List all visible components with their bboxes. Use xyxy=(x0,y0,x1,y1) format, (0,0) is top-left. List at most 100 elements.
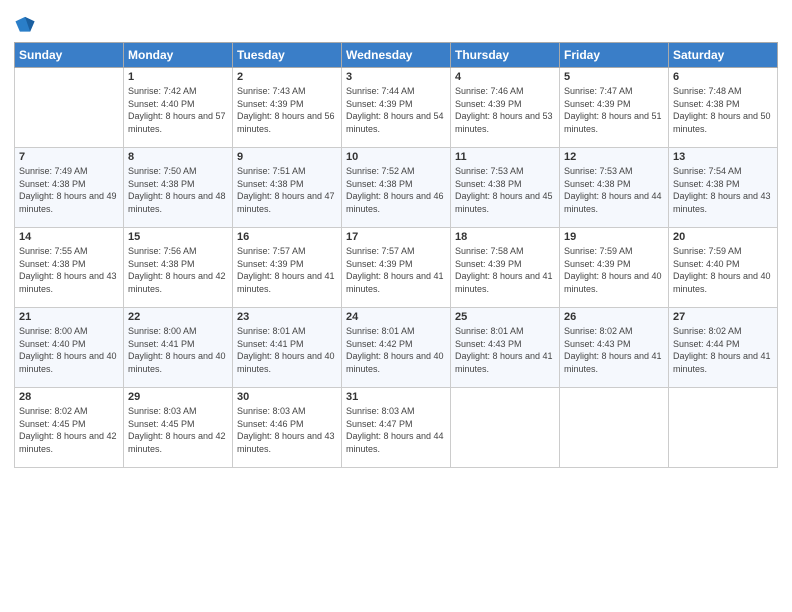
day-number: 24 xyxy=(346,311,446,323)
day-number: 3 xyxy=(346,71,446,83)
day-info: Sunrise: 7:47 AMSunset: 4:39 PMDaylight:… xyxy=(564,85,664,135)
day-number: 19 xyxy=(564,231,664,243)
day-cell: 30 Sunrise: 8:03 AMSunset: 4:46 PMDayligh… xyxy=(233,388,342,468)
day-cell: 2 Sunrise: 7:43 AMSunset: 4:39 PMDaylight… xyxy=(233,68,342,148)
day-info: Sunrise: 7:58 AMSunset: 4:39 PMDaylight:… xyxy=(455,245,555,295)
day-cell: 26 Sunrise: 8:02 AMSunset: 4:43 PMDayligh… xyxy=(560,308,669,388)
day-info: Sunrise: 8:00 AMSunset: 4:41 PMDaylight:… xyxy=(128,325,228,375)
day-cell: 1Sunrise: 7:42 AMSunset: 4:40 PMDaylight… xyxy=(124,68,233,148)
day-info: Sunrise: 7:56 AMSunset: 4:38 PMDaylight:… xyxy=(128,245,228,295)
day-number: 27 xyxy=(673,311,773,323)
day-info: Sunrise: 7:52 AMSunset: 4:38 PMDaylight:… xyxy=(346,165,446,215)
day-cell: 21 Sunrise: 8:00 AMSunset: 4:40 PMDayligh… xyxy=(15,308,124,388)
weekday-header-row: SundayMondayTuesdayWednesdayThursdayFrid… xyxy=(15,43,778,68)
day-number: 22 xyxy=(128,311,228,323)
weekday-header-friday: Friday xyxy=(560,43,669,68)
logo xyxy=(14,14,39,36)
day-info: Sunrise: 8:00 AMSunset: 4:40 PMDaylight:… xyxy=(19,325,119,375)
day-cell xyxy=(451,388,560,468)
day-cell: 13 Sunrise: 7:54 AMSunset: 4:38 PMDayligh… xyxy=(669,148,778,228)
day-cell: 12Sunrise: 7:53 AMSunset: 4:38 PMDayligh… xyxy=(560,148,669,228)
day-info: Sunrise: 7:43 AMSunset: 4:39 PMDaylight:… xyxy=(237,85,337,135)
day-cell: 3 Sunrise: 7:44 AMSunset: 4:39 PMDaylight… xyxy=(342,68,451,148)
day-info: Sunrise: 8:02 AMSunset: 4:43 PMDaylight:… xyxy=(564,325,664,375)
day-info: Sunrise: 7:57 AMSunset: 4:39 PMDaylight:… xyxy=(346,245,446,295)
day-cell: 24 Sunrise: 8:01 AMSunset: 4:42 PMDayligh… xyxy=(342,308,451,388)
day-number: 5 xyxy=(564,71,664,83)
week-row-2: 14 Sunrise: 7:55 AMSunset: 4:38 PMDayligh… xyxy=(15,228,778,308)
day-cell: 8Sunrise: 7:50 AMSunset: 4:38 PMDaylight… xyxy=(124,148,233,228)
day-number: 26 xyxy=(564,311,664,323)
day-cell: 29 Sunrise: 8:03 AMSunset: 4:45 PMDayligh… xyxy=(124,388,233,468)
day-info: Sunrise: 8:01 AMSunset: 4:41 PMDaylight:… xyxy=(237,325,337,375)
day-number: 11 xyxy=(455,151,555,163)
day-info: Sunrise: 7:46 AMSunset: 4:39 PMDaylight:… xyxy=(455,85,555,135)
day-number: 4 xyxy=(455,71,555,83)
day-info: Sunrise: 8:01 AMSunset: 4:43 PMDaylight:… xyxy=(455,325,555,375)
weekday-header-tuesday: Tuesday xyxy=(233,43,342,68)
day-cell: 31 Sunrise: 8:03 AMSunset: 4:47 PMDayligh… xyxy=(342,388,451,468)
day-number: 9 xyxy=(237,151,337,163)
day-cell: 17 Sunrise: 7:57 AMSunset: 4:39 PMDayligh… xyxy=(342,228,451,308)
day-cell: 25Sunrise: 8:01 AMSunset: 4:43 PMDayligh… xyxy=(451,308,560,388)
day-info: Sunrise: 7:55 AMSunset: 4:38 PMDaylight:… xyxy=(19,245,119,295)
day-cell: 18Sunrise: 7:58 AMSunset: 4:39 PMDayligh… xyxy=(451,228,560,308)
day-info: Sunrise: 8:02 AMSunset: 4:44 PMDaylight:… xyxy=(673,325,773,375)
day-cell: 9Sunrise: 7:51 AMSunset: 4:38 PMDaylight… xyxy=(233,148,342,228)
day-info: Sunrise: 7:54 AMSunset: 4:38 PMDaylight:… xyxy=(673,165,773,215)
day-number: 1 xyxy=(128,71,228,83)
day-cell: 16Sunrise: 7:57 AMSunset: 4:39 PMDayligh… xyxy=(233,228,342,308)
logo-icon xyxy=(14,14,36,36)
page: SundayMondayTuesdayWednesdayThursdayFrid… xyxy=(0,0,792,612)
day-cell: 19 Sunrise: 7:59 AMSunset: 4:39 PMDayligh… xyxy=(560,228,669,308)
day-cell: 23 Sunrise: 8:01 AMSunset: 4:41 PMDayligh… xyxy=(233,308,342,388)
day-info: Sunrise: 8:03 AMSunset: 4:46 PMDaylight:… xyxy=(237,405,337,455)
week-row-0: 1Sunrise: 7:42 AMSunset: 4:40 PMDaylight… xyxy=(15,68,778,148)
day-info: Sunrise: 7:53 AMSunset: 4:38 PMDaylight:… xyxy=(455,165,555,215)
day-number: 15 xyxy=(128,231,228,243)
week-row-1: 7 Sunrise: 7:49 AMSunset: 4:38 PMDaylight… xyxy=(15,148,778,228)
day-cell: 27 Sunrise: 8:02 AMSunset: 4:44 PMDayligh… xyxy=(669,308,778,388)
day-number: 29 xyxy=(128,391,228,403)
day-info: Sunrise: 8:01 AMSunset: 4:42 PMDaylight:… xyxy=(346,325,446,375)
weekday-header-sunday: Sunday xyxy=(15,43,124,68)
day-cell: 11 Sunrise: 7:53 AMSunset: 4:38 PMDayligh… xyxy=(451,148,560,228)
day-number: 17 xyxy=(346,231,446,243)
day-info: Sunrise: 7:49 AMSunset: 4:38 PMDaylight:… xyxy=(19,165,119,215)
day-info: Sunrise: 8:03 AMSunset: 4:47 PMDaylight:… xyxy=(346,405,446,455)
day-cell: 15 Sunrise: 7:56 AMSunset: 4:38 PMDayligh… xyxy=(124,228,233,308)
day-cell: 20 Sunrise: 7:59 AMSunset: 4:40 PMDayligh… xyxy=(669,228,778,308)
day-cell xyxy=(669,388,778,468)
day-number: 30 xyxy=(237,391,337,403)
day-number: 13 xyxy=(673,151,773,163)
day-number: 14 xyxy=(19,231,119,243)
day-cell: 6 Sunrise: 7:48 AMSunset: 4:38 PMDaylight… xyxy=(669,68,778,148)
day-info: Sunrise: 7:53 AMSunset: 4:38 PMDaylight:… xyxy=(564,165,664,215)
day-number: 23 xyxy=(237,311,337,323)
weekday-header-thursday: Thursday xyxy=(451,43,560,68)
day-number: 7 xyxy=(19,151,119,163)
day-info: Sunrise: 7:59 AMSunset: 4:39 PMDaylight:… xyxy=(564,245,664,295)
day-info: Sunrise: 7:59 AMSunset: 4:40 PMDaylight:… xyxy=(673,245,773,295)
day-info: Sunrise: 8:03 AMSunset: 4:45 PMDaylight:… xyxy=(128,405,228,455)
header xyxy=(14,10,778,36)
day-cell: 7 Sunrise: 7:49 AMSunset: 4:38 PMDaylight… xyxy=(15,148,124,228)
day-number: 6 xyxy=(673,71,773,83)
day-cell: 22 Sunrise: 8:00 AMSunset: 4:41 PMDayligh… xyxy=(124,308,233,388)
day-number: 28 xyxy=(19,391,119,403)
day-cell: 10 Sunrise: 7:52 AMSunset: 4:38 PMDayligh… xyxy=(342,148,451,228)
day-info: Sunrise: 7:44 AMSunset: 4:39 PMDaylight:… xyxy=(346,85,446,135)
day-number: 10 xyxy=(346,151,446,163)
weekday-header-wednesday: Wednesday xyxy=(342,43,451,68)
day-cell: 28Sunrise: 8:02 AMSunset: 4:45 PMDayligh… xyxy=(15,388,124,468)
day-number: 31 xyxy=(346,391,446,403)
day-number: 8 xyxy=(128,151,228,163)
day-info: Sunrise: 7:48 AMSunset: 4:38 PMDaylight:… xyxy=(673,85,773,135)
day-number: 21 xyxy=(19,311,119,323)
weekday-header-monday: Monday xyxy=(124,43,233,68)
calendar-table: SundayMondayTuesdayWednesdayThursdayFrid… xyxy=(14,42,778,468)
day-cell: 14 Sunrise: 7:55 AMSunset: 4:38 PMDayligh… xyxy=(15,228,124,308)
day-number: 20 xyxy=(673,231,773,243)
day-number: 2 xyxy=(237,71,337,83)
day-cell xyxy=(560,388,669,468)
